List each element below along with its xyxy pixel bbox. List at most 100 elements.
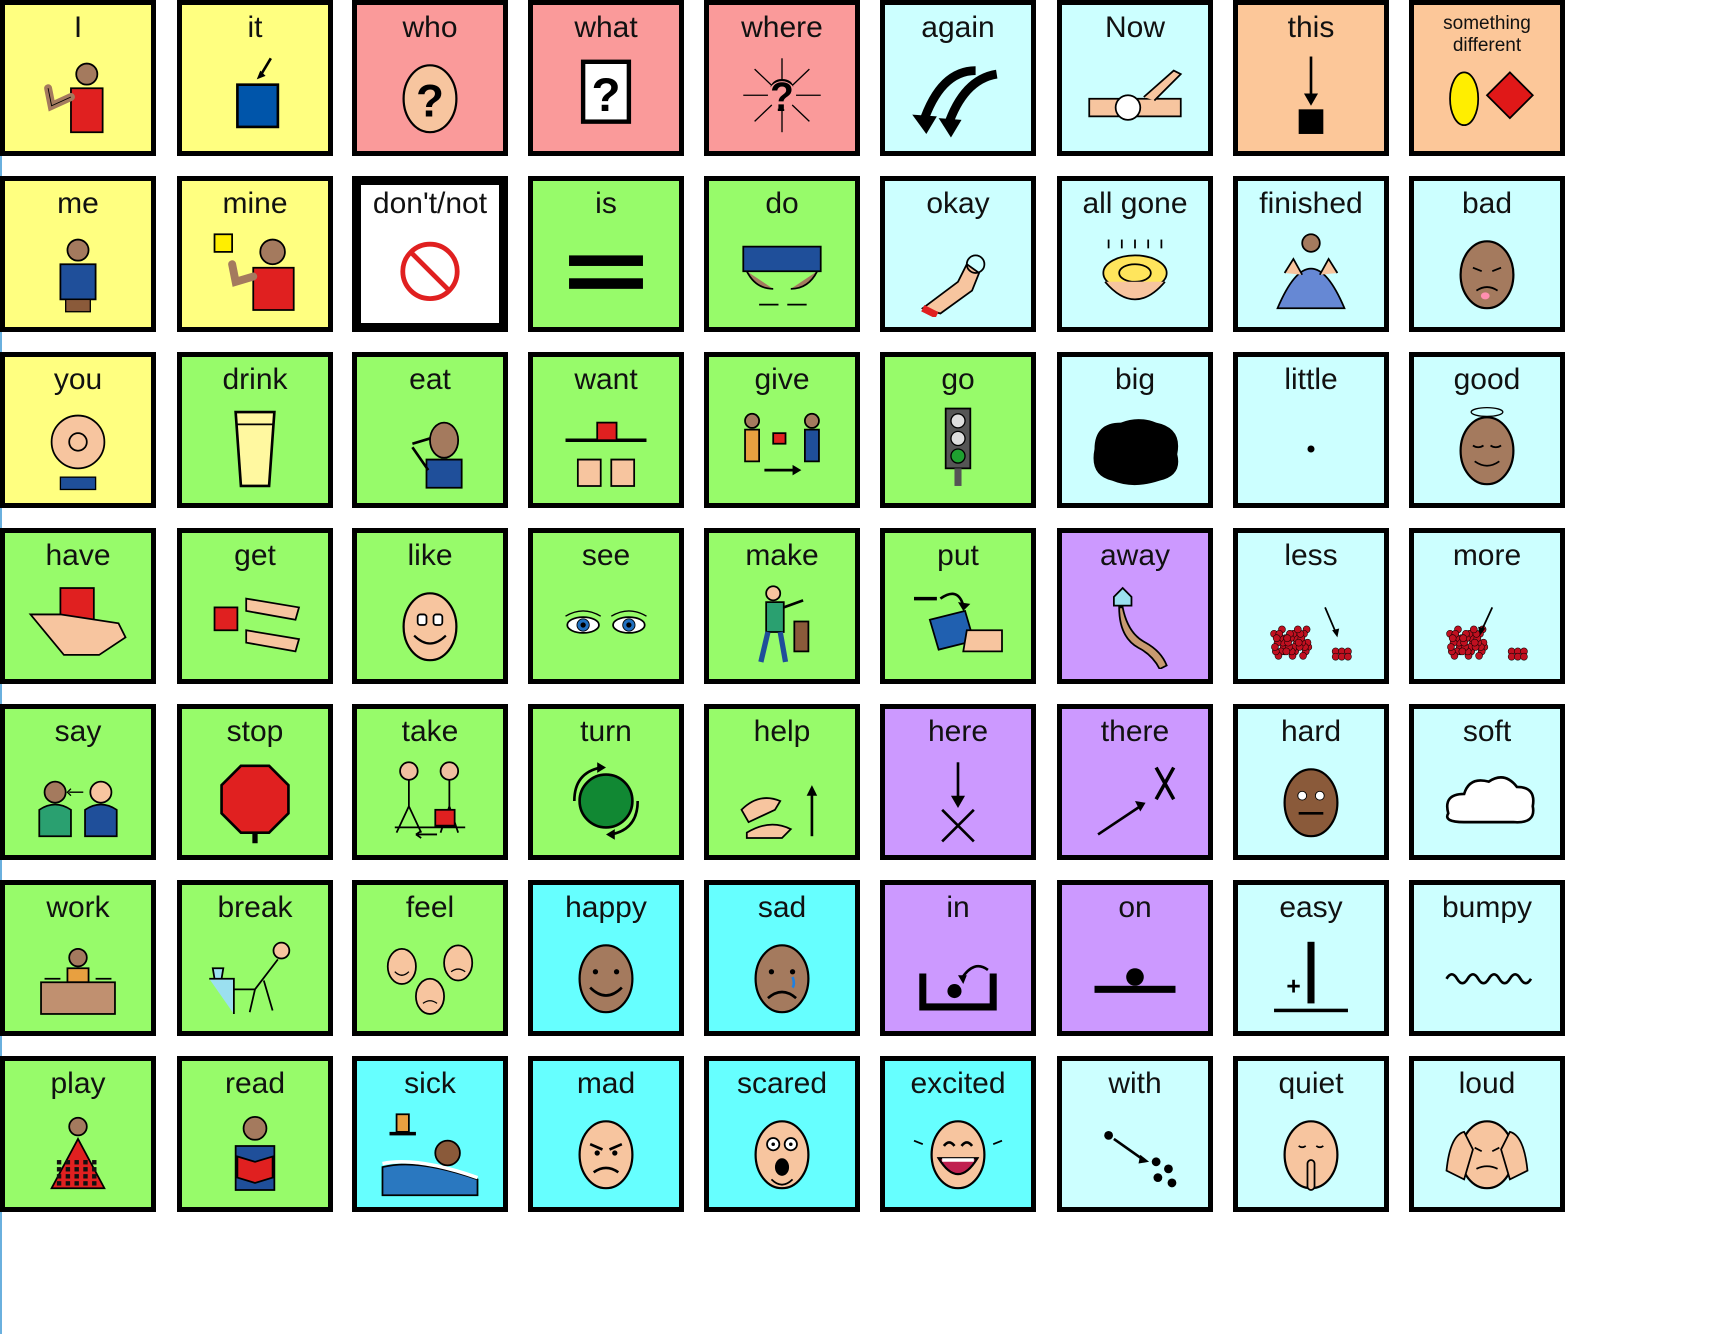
symbol-button-break[interactable]: break [177, 880, 333, 1036]
symbol-button-have[interactable]: have [0, 528, 156, 684]
symbol-button-easy[interactable]: easy + [1233, 880, 1389, 1036]
symbol-button-there[interactable]: there [1057, 704, 1213, 860]
symbol-button-turn[interactable]: turn [528, 704, 684, 860]
easy-math-icon: + [1252, 933, 1370, 1021]
symbol-label: okay [926, 187, 990, 220]
symbol-button-again[interactable]: again [880, 0, 1036, 156]
symbol-label: mine [222, 187, 288, 220]
symbol-button-away[interactable]: away [1057, 528, 1213, 684]
symbol-button-little[interactable]: little [1233, 352, 1389, 508]
symbol-button-soft[interactable]: soft [1409, 704, 1565, 860]
symbol-button-say[interactable]: say [0, 704, 156, 860]
symbol-button-do[interactable]: do [704, 176, 860, 332]
symbol-button-good[interactable]: good [1409, 352, 1565, 508]
symbol-button-on[interactable]: on [1057, 880, 1213, 1036]
symbol-button-don-t-not[interactable]: don't/not [352, 176, 508, 332]
person-eating-icon [371, 405, 489, 493]
symbol-button-put[interactable]: put [880, 528, 1036, 684]
svg-text:?: ? [416, 75, 444, 126]
mad-face-icon [547, 1109, 665, 1197]
symbol-button-more[interactable]: more [1409, 528, 1565, 684]
symbol-button-stop[interactable]: stop [177, 704, 333, 860]
symbol-button-finished[interactable]: finished [1233, 176, 1389, 332]
scared-face-icon [723, 1109, 841, 1197]
symbol-button-here[interactable]: here [880, 704, 1036, 860]
symbol-button-play[interactable]: play [0, 1056, 156, 1212]
symbol-button-want[interactable]: want [528, 352, 684, 508]
symbol-button-all-gone[interactable]: all gone [1057, 176, 1213, 332]
svg-text:?: ? [591, 69, 620, 122]
symbol-label: help [753, 715, 811, 748]
symbol-button-feel[interactable]: feel [352, 880, 508, 1036]
symbol-button-make[interactable]: make [704, 528, 860, 684]
pointing-hand-icon [19, 405, 137, 493]
symbol-button-i[interactable]: I [0, 0, 156, 156]
symbol-button-who[interactable]: who? [352, 0, 508, 156]
symbol-button-work[interactable]: work [0, 880, 156, 1036]
symbol-label: with [1108, 1067, 1162, 1100]
symbol-button-take[interactable]: take [352, 704, 508, 860]
symbol-label: loud [1458, 1067, 1516, 1100]
symbol-label: sick [404, 1067, 456, 1100]
symbol-button-you[interactable]: you [0, 352, 156, 508]
symbol-button-sad[interactable]: sad [704, 880, 860, 1036]
symbol-label: it [247, 11, 263, 44]
symbol-label: less [1284, 539, 1338, 572]
symbol-label: break [217, 891, 293, 924]
symbol-label: who [402, 11, 458, 44]
symbol-button-give[interactable]: give [704, 352, 860, 508]
symbol-button-see[interactable]: see [528, 528, 684, 684]
arrow-down-square-icon [1252, 53, 1370, 141]
symbol-button-drink[interactable]: drink [177, 352, 333, 508]
symbol-label: me [57, 187, 99, 220]
symbol-button-what[interactable]: what? [528, 0, 684, 156]
head-question-icon: ? [371, 53, 489, 141]
symbol-label: read [224, 1067, 286, 1100]
symbol-button-bad[interactable]: bad [1409, 176, 1565, 332]
symbol-button-with[interactable]: with [1057, 1056, 1213, 1212]
symbol-label: drink [222, 363, 288, 396]
traffic-light-icon [899, 405, 1017, 493]
symbol-button-hard[interactable]: hard [1233, 704, 1389, 860]
symbol-label: go [941, 363, 975, 396]
symbol-button-like[interactable]: like [352, 528, 508, 684]
symbol-button-get[interactable]: get [177, 528, 333, 684]
symbol-button-me[interactable]: me [0, 176, 156, 332]
wavy-line-icon [1428, 933, 1546, 1021]
symbol-button-is[interactable]: is [528, 176, 684, 332]
symbol-button-less[interactable]: less [1233, 528, 1389, 684]
symbol-button-loud[interactable]: loud [1409, 1056, 1565, 1212]
symbol-button-okay[interactable]: okay [880, 176, 1036, 332]
symbol-button-eat[interactable]: eat [352, 352, 508, 508]
symbol-button-something-different[interactable]: something different [1409, 0, 1565, 156]
symbol-label: what [574, 11, 638, 44]
arrow-to-x-icon [899, 757, 1017, 845]
symbol-button-mine[interactable]: mine [177, 176, 333, 332]
symbol-button-help[interactable]: help [704, 704, 860, 860]
symbol-label: mad [576, 1067, 636, 1100]
symbol-button-read[interactable]: read [177, 1056, 333, 1212]
empty-bowl-icon [1076, 229, 1194, 317]
symbol-button-go[interactable]: go [880, 352, 1036, 508]
big-blob-icon [1076, 405, 1194, 493]
symbol-label: you [53, 363, 103, 396]
person-in-bed-icon [371, 1109, 489, 1197]
symbol-button-bumpy[interactable]: bumpy [1409, 880, 1565, 1036]
symbol-button-this[interactable]: this [1233, 0, 1389, 156]
symbol-label: turn [580, 715, 632, 748]
symbol-button-now[interactable]: Now [1057, 0, 1213, 156]
symbol-button-it[interactable]: it [177, 0, 333, 156]
symbol-button-quiet[interactable]: quiet [1233, 1056, 1389, 1212]
symbol-button-scared[interactable]: scared [704, 1056, 860, 1212]
symbol-label: play [50, 1067, 106, 1100]
symbol-button-excited[interactable]: excited [880, 1056, 1036, 1212]
symbol-button-in[interactable]: in [880, 880, 1036, 1036]
symbol-button-mad[interactable]: mad [528, 1056, 684, 1212]
symbol-button-where[interactable]: where?? [704, 0, 860, 156]
symbol-button-happy[interactable]: happy [528, 880, 684, 1036]
hand-holding-box-icon [19, 581, 137, 669]
symbol-button-big[interactable]: big [1057, 352, 1213, 508]
symbol-button-sick[interactable]: sick [352, 1056, 508, 1212]
ball-on-line-icon [1076, 933, 1194, 1021]
symbol-label: work [46, 891, 110, 924]
